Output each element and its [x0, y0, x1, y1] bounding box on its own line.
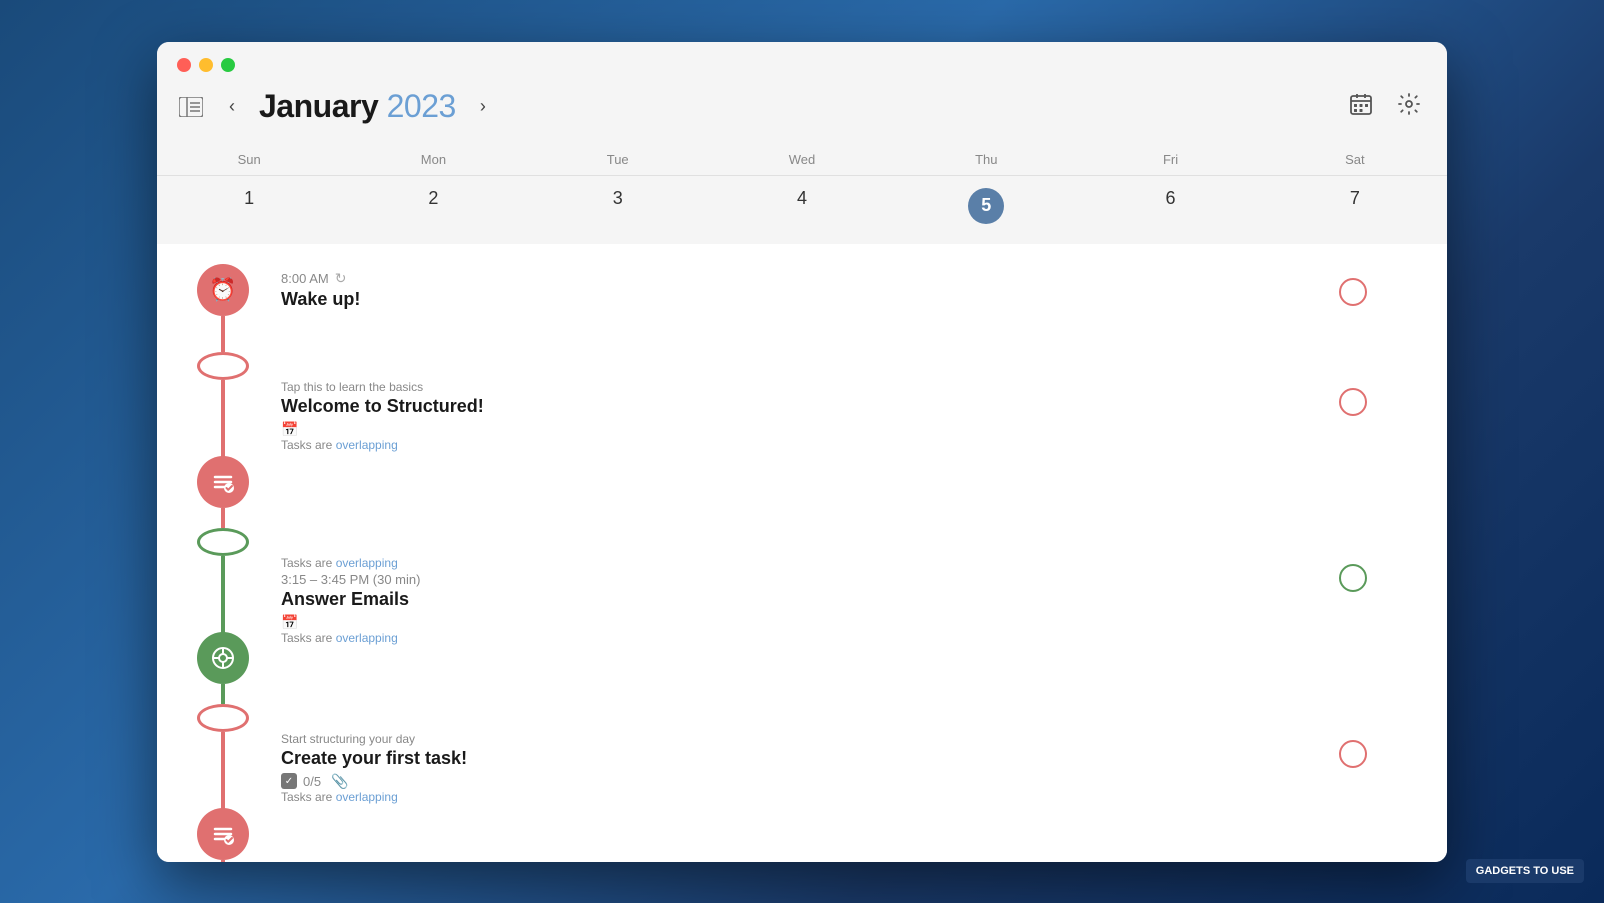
main-content: ⏰ 8:00 AM ↻ Wake up! — [157, 244, 1447, 862]
task-title-answer-emails: Answer Emails — [281, 589, 1323, 610]
month-year-title: January 2023 — [259, 88, 456, 125]
task-body-wake-up: 8:00 AM ↻ Wake up! — [265, 264, 1323, 330]
day-header-wed: Wed — [710, 152, 894, 167]
overlap-link-create-task[interactable]: overlapping — [336, 790, 398, 804]
close-button[interactable] — [177, 58, 191, 72]
connector-2b — [221, 508, 225, 528]
header-left: ‹ January 2023 › — [177, 88, 494, 125]
month-label: January — [259, 88, 378, 124]
overlap-warning-create-task: Tasks are overlapping — [281, 790, 1323, 804]
today-indicator: 5 — [968, 188, 1004, 224]
task-item-wake-up[interactable]: ⏰ 8:00 AM ↻ Wake up! — [197, 264, 1407, 352]
connector-2 — [221, 380, 225, 460]
answer-emails-icon — [197, 632, 249, 684]
overlap-warning-answer-emails-2: Tasks are overlapping — [281, 631, 1323, 645]
task-body-answer-emails: Tasks are overlapping 3:15 – 3:45 PM (30… — [265, 528, 1323, 663]
create-task-icon — [197, 808, 249, 860]
next-month-button[interactable]: › — [472, 92, 494, 121]
task-timeline-wake-up: ⏰ — [197, 264, 249, 352]
sidebar-toggle-button[interactable] — [177, 96, 205, 118]
day-header-mon: Mon — [341, 152, 525, 167]
answer-emails-icon-top — [197, 528, 249, 556]
day-5-today[interactable]: 5 — [894, 184, 1078, 228]
task-item-create-task[interactable]: Start structuring your day Create your f… — [197, 704, 1407, 862]
complete-button-answer-emails[interactable] — [1339, 564, 1367, 592]
day-4[interactable]: 4 — [710, 184, 894, 228]
task-list: ⏰ 8:00 AM ↻ Wake up! — [157, 264, 1447, 862]
task-body-create-task: Start structuring your day Create your f… — [265, 704, 1323, 822]
welcome-icon-top — [197, 352, 249, 380]
day-header-sat: Sat — [1263, 152, 1447, 167]
task-title-welcome: Welcome to Structured! — [281, 396, 1323, 417]
create-task-icon-top — [197, 704, 249, 732]
title-bar: ‹ January 2023 › — [157, 42, 1447, 144]
repeat-icon: ↻ — [335, 270, 347, 287]
complete-button-welcome[interactable] — [1339, 388, 1367, 416]
overlap-warning-answer-emails: Tasks are overlapping — [281, 556, 1323, 570]
settings-button[interactable] — [1391, 86, 1427, 128]
task-sublabel-create-task: Start structuring your day — [281, 732, 1323, 746]
wake-up-icon: ⏰ — [197, 264, 249, 316]
overlap-link-welcome[interactable]: overlapping — [336, 438, 398, 452]
task-time-answer-emails: 3:15 – 3:45 PM (30 min) — [281, 572, 1323, 587]
calendar-icon-welcome: 📅 — [281, 421, 298, 438]
app-window: ‹ January 2023 › — [157, 42, 1447, 862]
task-title-wake-up: Wake up! — [281, 289, 1323, 310]
day-header-fri: Fri — [1078, 152, 1262, 167]
task-meta-create-task: ✓ 0/5 📎 — [281, 773, 1323, 790]
welcome-icon-circle — [197, 456, 249, 508]
overlap-link-answer-emails-2[interactable]: overlapping — [336, 631, 398, 645]
overlap-link-answer-emails[interactable]: overlapping — [336, 556, 398, 570]
header: ‹ January 2023 › — [177, 86, 1427, 144]
task-sublabel-welcome: Tap this to learn the basics — [281, 380, 1323, 394]
task-timeline-welcome — [197, 352, 249, 528]
prev-month-button[interactable]: ‹ — [221, 92, 243, 121]
connector-1 — [221, 316, 225, 352]
year-label: 2023 — [387, 88, 456, 124]
watermark: GADGETS TO USE — [1466, 859, 1584, 883]
task-meta-answer-emails: 📅 — [281, 614, 1323, 631]
calendar-icon-answer-emails: 📅 — [281, 614, 298, 631]
task-item-welcome[interactable]: Tap this to learn the basics Welcome to … — [197, 352, 1407, 528]
task-timeline-create-task — [197, 704, 249, 862]
day-headers: Sun Mon Tue Wed Thu Fri Sat — [157, 144, 1447, 176]
task-time-wake-up: 8:00 AM ↻ — [281, 270, 1323, 287]
header-right — [1343, 86, 1427, 128]
minimize-button[interactable] — [199, 58, 213, 72]
connector-3b — [221, 684, 225, 704]
day-3[interactable]: 3 — [526, 184, 710, 228]
checkbox-icon: ✓ — [281, 773, 297, 789]
day-header-thu: Thu — [894, 152, 1078, 167]
task-body-welcome: Tap this to learn the basics Welcome to … — [265, 352, 1323, 470]
complete-button-create-task[interactable] — [1339, 740, 1367, 768]
attachment-icon: 📎 — [331, 773, 348, 790]
day-2[interactable]: 2 — [341, 184, 525, 228]
task-meta-welcome: 📅 — [281, 421, 1323, 438]
task-title-create-task: Create your first task! — [281, 748, 1323, 769]
window-controls — [177, 58, 1427, 72]
connector-3 — [221, 556, 225, 636]
day-7[interactable]: 7 — [1263, 184, 1447, 228]
connector-4b — [221, 860, 225, 862]
day-1[interactable]: 1 — [157, 184, 341, 228]
day-6[interactable]: 6 — [1078, 184, 1262, 228]
task-timeline-answer-emails — [197, 528, 249, 704]
calendar-view-button[interactable] — [1343, 86, 1379, 128]
day-header-tue: Tue — [526, 152, 710, 167]
maximize-button[interactable] — [221, 58, 235, 72]
day-numbers: 1 2 3 4 5 6 7 — [157, 176, 1447, 244]
checkbox-count: 0/5 — [303, 774, 321, 789]
connector-4 — [221, 732, 225, 812]
complete-button-wake-up[interactable] — [1339, 278, 1367, 306]
task-item-answer-emails[interactable]: Tasks are overlapping 3:15 – 3:45 PM (30… — [197, 528, 1407, 704]
day-header-sun: Sun — [157, 152, 341, 167]
overlap-warning-welcome: Tasks are overlapping — [281, 438, 1323, 452]
